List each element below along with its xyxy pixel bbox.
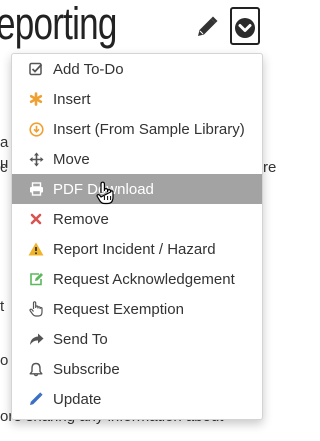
pencil-icon [27,391,45,407]
share-arrow-icon [27,331,45,347]
menu-item-send-to[interactable]: Send To [12,324,262,354]
menu-item-move[interactable]: Move [12,144,262,174]
asterisk-icon [27,91,45,107]
menu-item-add-to-do[interactable]: Add To-Do [12,54,262,84]
menu-item-pdf-download[interactable]: PDF Download [12,174,262,204]
menu-item-request-exemption[interactable]: Request Exemption [12,294,262,324]
menu-item-remove[interactable]: Remove [12,204,262,234]
page-title: eporting [0,0,117,49]
menu-item-insert-sample-library[interactable]: Insert (From Sample Library) [12,114,262,144]
printer-icon [27,181,45,197]
hand-pointer-icon [27,301,45,317]
chevron-down-icon [235,18,255,38]
edit-square-icon [27,271,45,287]
menu-item-report-incident[interactable]: Report Incident / Hazard [12,234,262,264]
body-text-fragment: o [0,352,9,369]
edit-button[interactable] [194,14,220,40]
body-text-fragment: a [0,134,9,151]
download-circle-icon [27,121,45,137]
body-text-fragment: c [0,159,8,176]
actions-dropdown-menu: Add To-Do Insert Insert (From Sample Lib… [11,53,263,420]
x-icon [27,211,45,227]
move-arrows-icon [27,151,45,167]
body-text-fragment: re [263,159,277,176]
menu-item-insert[interactable]: Insert [12,84,262,114]
body-text-fragment: t [0,298,5,315]
warning-icon [27,241,45,257]
menu-item-subscribe[interactable]: Subscribe [12,354,262,384]
pencil-icon [198,16,218,36]
bell-icon [27,361,45,377]
actions-dropdown-button[interactable] [230,7,260,45]
menu-item-request-acknowledgement[interactable]: Request Acknowledgement [12,264,262,294]
menu-item-update[interactable]: Update [12,384,262,414]
checkbox-icon [27,61,45,77]
